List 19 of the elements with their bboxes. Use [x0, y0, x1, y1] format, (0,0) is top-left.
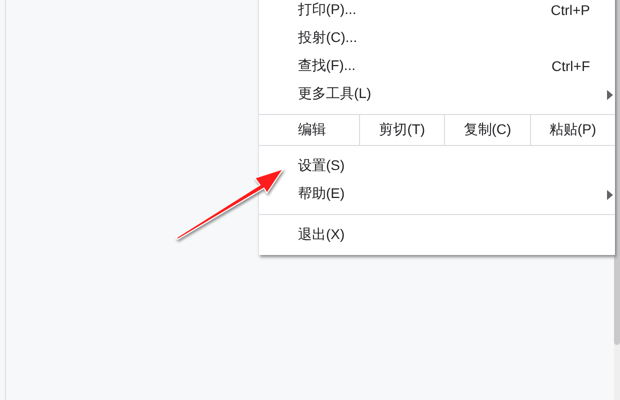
- menu-item-label: 帮助(E): [298, 185, 345, 203]
- shortcut-label: Ctrl+F: [552, 58, 590, 74]
- menu-item[interactable]: 设置(S): [259, 152, 615, 180]
- menu-item-label: 更多工具(L): [298, 85, 372, 103]
- submenu-arrow-icon: [607, 90, 613, 100]
- menu-item[interactable]: 投射(C)...: [259, 24, 615, 52]
- menu-item[interactable]: 帮助(E): [259, 180, 615, 208]
- shortcut-label: Ctrl+P: [550, 2, 590, 18]
- menu-item-label: 打印(P)...: [298, 1, 356, 19]
- menu-item-label: 退出(X): [298, 226, 345, 244]
- menu-item[interactable]: 查找(F)... Ctrl+F: [259, 52, 615, 80]
- menu-item[interactable]: 打印(P)... Ctrl+P: [259, 0, 615, 24]
- menu-item-label: 设置(S): [298, 157, 345, 175]
- submenu-arrow-icon: [607, 190, 613, 200]
- edit-label: 编辑: [298, 120, 327, 139]
- menu-item-label: 投射(C)...: [298, 29, 358, 47]
- menu-item-label: 查找(F)...: [298, 57, 356, 75]
- menu-item[interactable]: 更多工具(L): [259, 80, 615, 108]
- menu-item[interactable]: 退出(X): [259, 221, 615, 249]
